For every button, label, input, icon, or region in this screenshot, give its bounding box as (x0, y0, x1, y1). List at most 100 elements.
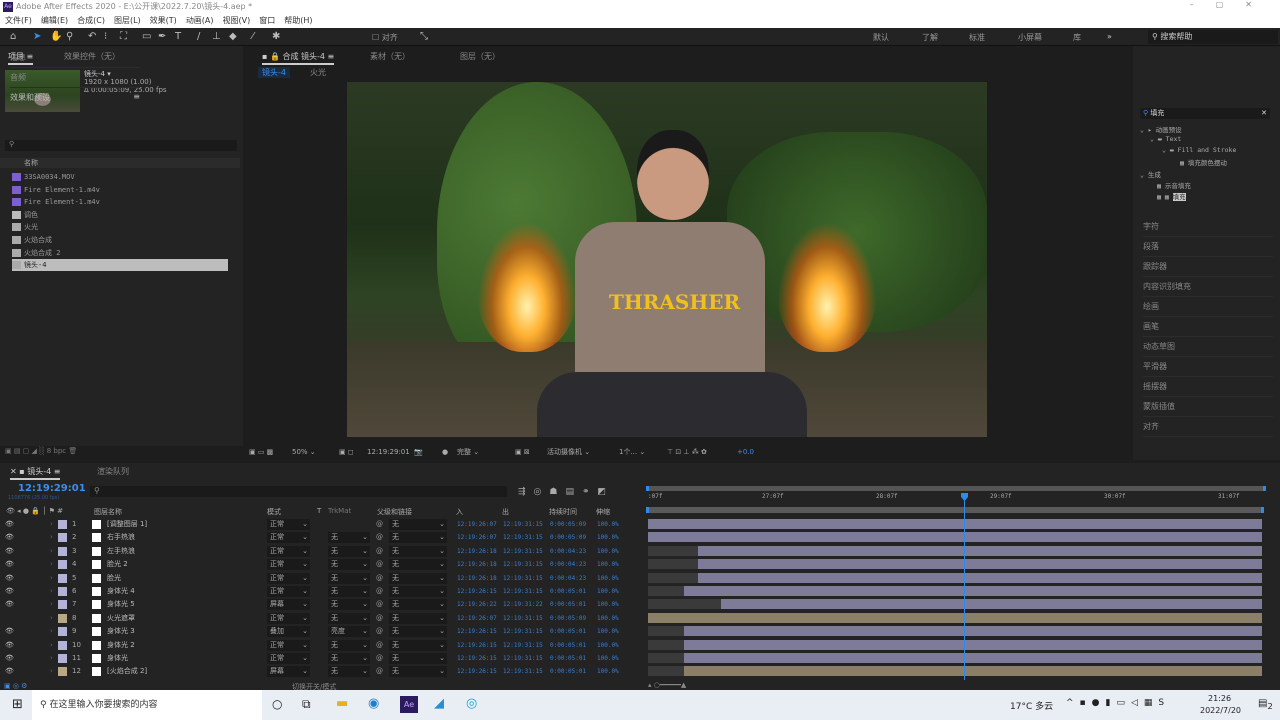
tree-audio-fill[interactable]: ▦ 示音填充 (1157, 180, 1191, 190)
layer-name[interactable]: 火光遮罩 (107, 612, 135, 625)
expand-chevron-icon[interactable]: › (50, 572, 53, 585)
parent-dropdown[interactable]: 无 ⌄ (389, 586, 447, 597)
in-time[interactable]: 12:19:26:15 (457, 639, 497, 652)
selection-tool-icon[interactable]: ➤ (33, 31, 41, 42)
parent-dropdown[interactable]: 无 ⌄ (389, 519, 447, 530)
hand-tool-icon[interactable]: ✋ (50, 31, 62, 42)
project-search-input[interactable]: ⚲ (5, 140, 237, 151)
snap-icon[interactable]: ⤡ (420, 31, 428, 42)
menu-item[interactable]: 效果(T) (150, 16, 177, 25)
mode-dropdown[interactable]: 屏幕 ⌄ (267, 599, 310, 611)
mode-dropdown[interactable]: 正常 ⌄ (267, 586, 310, 597)
pickwhip-icon[interactable]: @ (376, 585, 383, 598)
brush-tool-icon[interactable]: / (197, 31, 200, 42)
in-time[interactable]: 12:19:26:15 (457, 585, 497, 598)
mode-dropdown[interactable]: 正常 ⌄ (267, 559, 310, 571)
layer-duration-bar[interactable] (698, 559, 1262, 570)
viewer-timecode[interactable]: 12:19:29:01 (367, 445, 410, 459)
workspace-more[interactable]: » (1107, 32, 1112, 41)
menu-item[interactable]: 窗口 (259, 16, 275, 25)
workspace-default[interactable]: 默认 (873, 32, 889, 43)
panel-item[interactable]: 动态草图 (1143, 341, 1273, 357)
mode-dropdown[interactable]: 正常 ⌄ (267, 572, 310, 584)
project-item[interactable]: 火焰合成 2 (12, 247, 228, 259)
stretch[interactable]: 100.0% (597, 558, 619, 571)
parent-dropdown[interactable]: 无 ⌄ (389, 639, 447, 651)
col-stretch[interactable]: 伸缩 (596, 507, 610, 517)
layer-name[interactable]: 脸光 (107, 572, 121, 585)
workspace-standard[interactable]: 标准 (969, 32, 985, 43)
visibility-toggle-icon[interactable]: 👁 (5, 531, 14, 544)
in-time[interactable]: 12:19:26:07 (457, 518, 497, 531)
pickwhip-icon[interactable]: @ (376, 665, 383, 678)
timeline-search-input[interactable]: ⚲ (90, 486, 507, 497)
stretch[interactable]: 100.0% (597, 531, 619, 544)
in-time[interactable]: 12:19:26:22 (457, 598, 497, 611)
channel-icon[interactable]: ● (442, 445, 448, 459)
parent-dropdown[interactable]: 无 ⌄ (389, 653, 447, 664)
panel-item[interactable]: 平滑器 (1143, 361, 1273, 377)
trkmat-dropdown[interactable]: 无 ⌄ (328, 586, 370, 597)
home-icon[interactable]: ⌂ (10, 31, 16, 42)
layer-name[interactable]: 身体光 2 (107, 639, 135, 652)
panel-item[interactable]: 蒙版插值 (1143, 401, 1273, 417)
workspace-small-screen[interactable]: 小屏幕 (1018, 32, 1042, 43)
label-color[interactable] (58, 627, 67, 637)
in-time[interactable]: 12:19:26:07 (457, 531, 497, 544)
out-time[interactable]: 12:19:31:15 (503, 625, 543, 638)
rotate-tool-icon[interactable]: ↶ (88, 31, 96, 42)
viewer-options-icon[interactable]: ⊤ ⊡ ⊥ ⁂ ✿ (667, 445, 707, 459)
mode-dropdown[interactable]: 正常 ⌄ (267, 612, 310, 624)
out-time[interactable]: 12:19:31:15 (503, 612, 543, 625)
pickwhip-icon[interactable]: @ (376, 558, 383, 571)
duration[interactable]: 0:00:05:01 (550, 585, 586, 598)
exposure-value[interactable]: +0.0 (737, 445, 754, 459)
stretch[interactable]: 100.0% (597, 665, 619, 678)
label-color[interactable] (58, 640, 67, 650)
timeline-switches-icons[interactable]: ⇶◎☗▤⚭◩ (518, 487, 614, 497)
visibility-toggle-icon[interactable]: 👁 (5, 598, 14, 611)
help-search-input[interactable]: ⚲ 搜索帮助 (1148, 30, 1278, 44)
layer-duration-bar[interactable] (684, 586, 1262, 596)
tab-render-queue[interactable]: 渲染队列 (97, 466, 129, 477)
menu-item[interactable]: 帮助(H) (284, 16, 312, 25)
duration[interactable]: 0:00:05:09 (550, 612, 586, 625)
layer-duration-bar[interactable] (720, 599, 1262, 610)
duration[interactable]: 0:00:05:01 (550, 665, 586, 678)
stretch[interactable]: 100.0% (597, 598, 619, 611)
stretch[interactable]: 100.0% (597, 612, 619, 625)
parent-dropdown[interactable]: 无 ⌄ (389, 666, 447, 678)
parent-dropdown[interactable]: 无 ⌄ (389, 572, 447, 584)
layer-name[interactable]: 脸光 2 (107, 558, 128, 571)
breadcrumb-comp-fire[interactable]: 火光 (310, 67, 326, 78)
layer-duration-bar[interactable] (648, 612, 1262, 623)
trkmat-dropdown[interactable]: 无 ⌄ (328, 612, 370, 624)
snapshot-icon[interactable]: 📷 (414, 445, 423, 459)
clone-stamp-tool-icon[interactable]: ⊥ (212, 31, 221, 42)
layer-name[interactable]: [调整图层 1] (107, 518, 147, 531)
out-time[interactable]: 12:19:31:15 (503, 558, 543, 571)
stretch[interactable]: 100.0% (597, 652, 619, 665)
out-time[interactable]: 12:19:31:15 (503, 665, 543, 678)
col-out[interactable]: 出 (502, 507, 509, 517)
col-trkmat[interactable]: TrkMat (328, 507, 351, 515)
panel-audio[interactable]: 音频 (10, 72, 140, 88)
layer-name[interactable]: 身体光 (107, 652, 128, 665)
menu-item[interactable]: 动画(A) (186, 16, 214, 25)
col-layer-name[interactable]: 图层名称 (94, 507, 122, 517)
trkmat-dropdown[interactable]: 无 ⌄ (328, 572, 370, 584)
pickwhip-icon[interactable]: @ (376, 625, 383, 638)
col-in[interactable]: 入 (456, 507, 463, 517)
visibility-toggle-icon[interactable]: 👁 (5, 652, 14, 665)
visibility-toggle-icon[interactable]: 👁 (5, 558, 14, 571)
expand-chevron-icon[interactable]: › (50, 518, 53, 531)
tree-fill-and-stroke[interactable]: ⌄ ▬ Fill and Stroke (1162, 146, 1236, 154)
parent-dropdown[interactable]: 无 ⌄ (389, 612, 447, 624)
panel-item[interactable]: 画笔 (1143, 321, 1273, 337)
col-t[interactable]: T (317, 507, 321, 515)
duration[interactable]: 0:00:05:01 (550, 652, 586, 665)
label-color[interactable] (58, 546, 67, 556)
duration[interactable]: 0:00:05:01 (550, 639, 586, 652)
text-tool-icon[interactable]: T (175, 31, 181, 42)
parent-dropdown[interactable]: 无 ⌄ (389, 559, 447, 571)
